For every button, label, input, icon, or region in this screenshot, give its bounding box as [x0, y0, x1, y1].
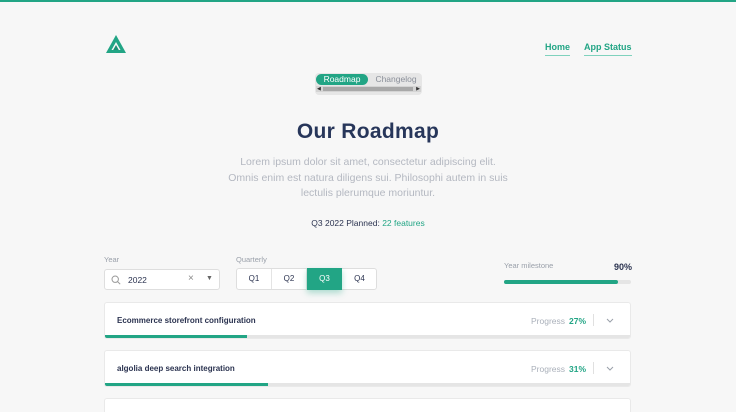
feature-card[interactable]	[104, 398, 631, 412]
top-accent-line	[0, 0, 736, 2]
year-milestone-value: 90%	[614, 262, 633, 272]
feature-progress-fill	[105, 383, 268, 386]
planned-count-link[interactable]: 22 features	[382, 218, 425, 228]
divider	[593, 362, 594, 374]
progress-label: Progress	[531, 364, 566, 374]
horizontal-scrollbar[interactable]: ◀ ▶	[316, 86, 421, 92]
quarter-q4-button[interactable]: Q4	[342, 269, 377, 289]
feature-card[interactable]: Ecommerce storefront configuration Progr…	[104, 302, 631, 339]
scrollbar-thumb[interactable]	[323, 87, 413, 91]
planned-summary: Q3 2022 Planned: 22 features	[0, 218, 736, 228]
page-description: Lorem ipsum dolor sit amet, consectetur …	[228, 156, 508, 199]
clear-icon[interactable]: ×	[188, 273, 194, 284]
planned-prefix: Q3 2022 Planned:	[311, 218, 380, 228]
feature-progress-bar	[105, 335, 630, 338]
feature-name: Ecommerce storefront configuration	[117, 316, 256, 325]
progress-value: 31%	[569, 364, 587, 374]
triangle-logo-icon[interactable]	[105, 34, 127, 54]
feature-progress-bar	[105, 383, 630, 386]
progress-label: Progress	[531, 316, 566, 326]
quarter-q3-button[interactable]: Q3	[307, 268, 342, 290]
quarter-q1-button[interactable]: Q1	[237, 269, 272, 289]
feature-card[interactable]: algolia deep search integration Progress…	[104, 350, 631, 387]
year-select[interactable]: 2022 × ▼	[104, 269, 220, 290]
chevron-down-icon[interactable]	[606, 318, 614, 324]
quarterly-label: Quarterly	[236, 255, 267, 264]
page-title: Our Roadmap	[296, 120, 440, 143]
nav-home-link[interactable]: Home	[545, 42, 571, 56]
quarter-q2-button[interactable]: Q2	[272, 269, 307, 289]
year-milestone-bar	[504, 280, 631, 284]
chevron-down-icon[interactable]	[606, 366, 614, 372]
year-milestone-fill	[504, 280, 619, 284]
dropdown-arrow-icon[interactable]: ▼	[206, 275, 213, 282]
quarter-selector: Q1 Q2 Q3 Q4	[236, 268, 377, 290]
feature-name: algolia deep search integration	[117, 364, 235, 373]
nav-app-status-link[interactable]: App Status	[584, 42, 632, 56]
tab-roadmap[interactable]: Roadmap	[316, 74, 368, 85]
divider	[593, 314, 594, 326]
tab-changelog[interactable]: Changelog	[371, 74, 421, 85]
search-icon	[111, 275, 121, 285]
feature-progress-fill	[105, 335, 247, 338]
roadmap-changelog-switch: Roadmap Changelog ◀ ▶	[315, 73, 422, 95]
year-milestone-label: Year milestone	[504, 261, 554, 270]
year-value: 2022	[128, 275, 147, 285]
scroll-left-arrow-icon[interactable]: ◀	[317, 86, 321, 92]
year-label: Year	[104, 255, 120, 264]
scroll-right-arrow-icon[interactable]: ▶	[416, 86, 420, 92]
progress-value: 27%	[569, 316, 587, 326]
